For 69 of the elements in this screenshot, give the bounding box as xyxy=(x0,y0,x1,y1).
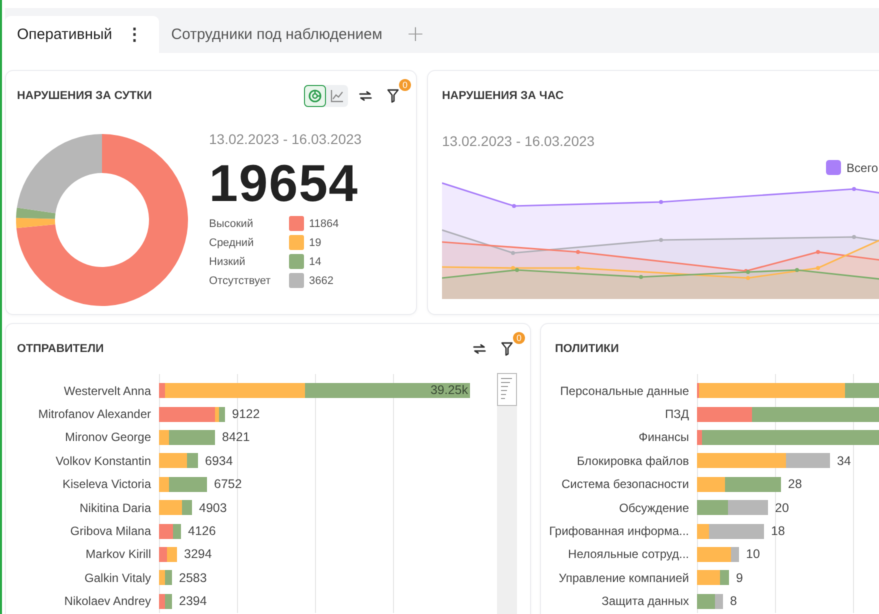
line-chart-icon xyxy=(330,89,344,103)
legend-value: 11864 xyxy=(309,218,340,230)
legend-label: Низкий xyxy=(209,256,246,268)
date-range: 13.02.2023 - 16.03.2023 xyxy=(209,130,362,148)
value-label: 18 xyxy=(771,524,785,538)
card-title: НАРУШЕНИЯ ЗА ЧАС xyxy=(441,90,565,102)
value-label: 4126 xyxy=(188,524,216,538)
category-label: Финансы xyxy=(638,430,689,444)
value-label: 2394 xyxy=(179,594,207,608)
legend-label: Высокий xyxy=(209,218,254,230)
bar-segment xyxy=(728,500,768,516)
card-title: ПОЛИТИКИ xyxy=(554,343,620,355)
category-label: Система безопасности xyxy=(560,477,689,492)
category-label: Gribova Milana xyxy=(69,524,151,538)
filter-icon xyxy=(387,89,399,103)
category-label: Volkov Konstantin xyxy=(54,454,151,468)
tab[interactable]: Оперативный ⋮ xyxy=(5,16,160,53)
bar-segment xyxy=(167,546,177,562)
value-label: 8421 xyxy=(222,430,250,444)
swap-icon xyxy=(358,91,372,101)
bar-segment xyxy=(697,500,728,516)
value-label: 10 xyxy=(746,547,760,562)
donut-chart-icon xyxy=(308,89,322,103)
category-label: Грифованная информа... xyxy=(548,524,689,538)
value-label: 4903 xyxy=(199,500,227,515)
category-label: Nikitina Daria xyxy=(78,500,151,515)
category-label: Westervelt Anna xyxy=(62,384,151,398)
value-label: 9122 xyxy=(232,407,260,422)
value-label: 20 xyxy=(775,500,789,515)
scrollbar[interactable] xyxy=(497,373,517,614)
swap-icon xyxy=(472,344,486,354)
value-label: 8 xyxy=(730,594,737,608)
filter-count-badge: 0 xyxy=(513,332,525,344)
value-label: 3294 xyxy=(184,547,212,562)
value-label: 39.25k xyxy=(430,383,468,398)
category-label: Персональные данные xyxy=(559,384,689,398)
total-count: 19654 xyxy=(209,156,360,212)
legend-value: 3662 xyxy=(309,274,334,286)
tab-menu-button[interactable]: ⋮ xyxy=(122,24,148,45)
legend-value: 14 xyxy=(309,256,322,268)
value-label: 28 xyxy=(788,477,802,492)
category-label: Управление компанией xyxy=(558,570,689,585)
category-label: Markov Kirill xyxy=(84,547,151,562)
value-label: 6934 xyxy=(205,454,233,468)
value-label: 34 xyxy=(837,454,851,468)
filter-count-badge: 0 xyxy=(399,79,411,91)
category-label: Nikolaev Andrey xyxy=(63,594,151,608)
tab[interactable]: Сотрудники под наблюдением xyxy=(159,16,394,53)
legend-value: 19 xyxy=(309,236,322,248)
value-label: 2583 xyxy=(179,570,207,585)
category-label: Защита данных xyxy=(600,594,689,608)
category-label: ПЗД xyxy=(664,407,689,422)
date-range: 13.02.2023 - 16.03.2023 xyxy=(442,133,595,149)
category-label: Galkin Vitaly xyxy=(84,570,151,585)
filter-icon xyxy=(501,342,513,356)
legend-label: Отсутствует xyxy=(209,274,272,286)
category-label: Mitrofanov Alexander xyxy=(37,407,151,422)
card-title: ОТПРАВИТЕЛИ xyxy=(17,343,105,355)
category-label: Kiseleva Victoria xyxy=(62,477,151,492)
legend-label: Всего xyxy=(846,160,878,174)
category-label: Обсуждение xyxy=(618,500,689,515)
category-label: Блокировка файлов xyxy=(576,454,689,468)
chart-view-toggle[interactable] xyxy=(304,85,326,107)
card-title: НАРУШЕНИЯ ЗА СУТКИ xyxy=(17,90,153,102)
category-label: Нелояльные сотруд... xyxy=(567,547,689,562)
value-label: 6752 xyxy=(214,477,242,492)
legend-label: Средний xyxy=(209,236,255,248)
category-label: Mironov George xyxy=(64,430,151,444)
value-label: 9 xyxy=(736,570,743,585)
